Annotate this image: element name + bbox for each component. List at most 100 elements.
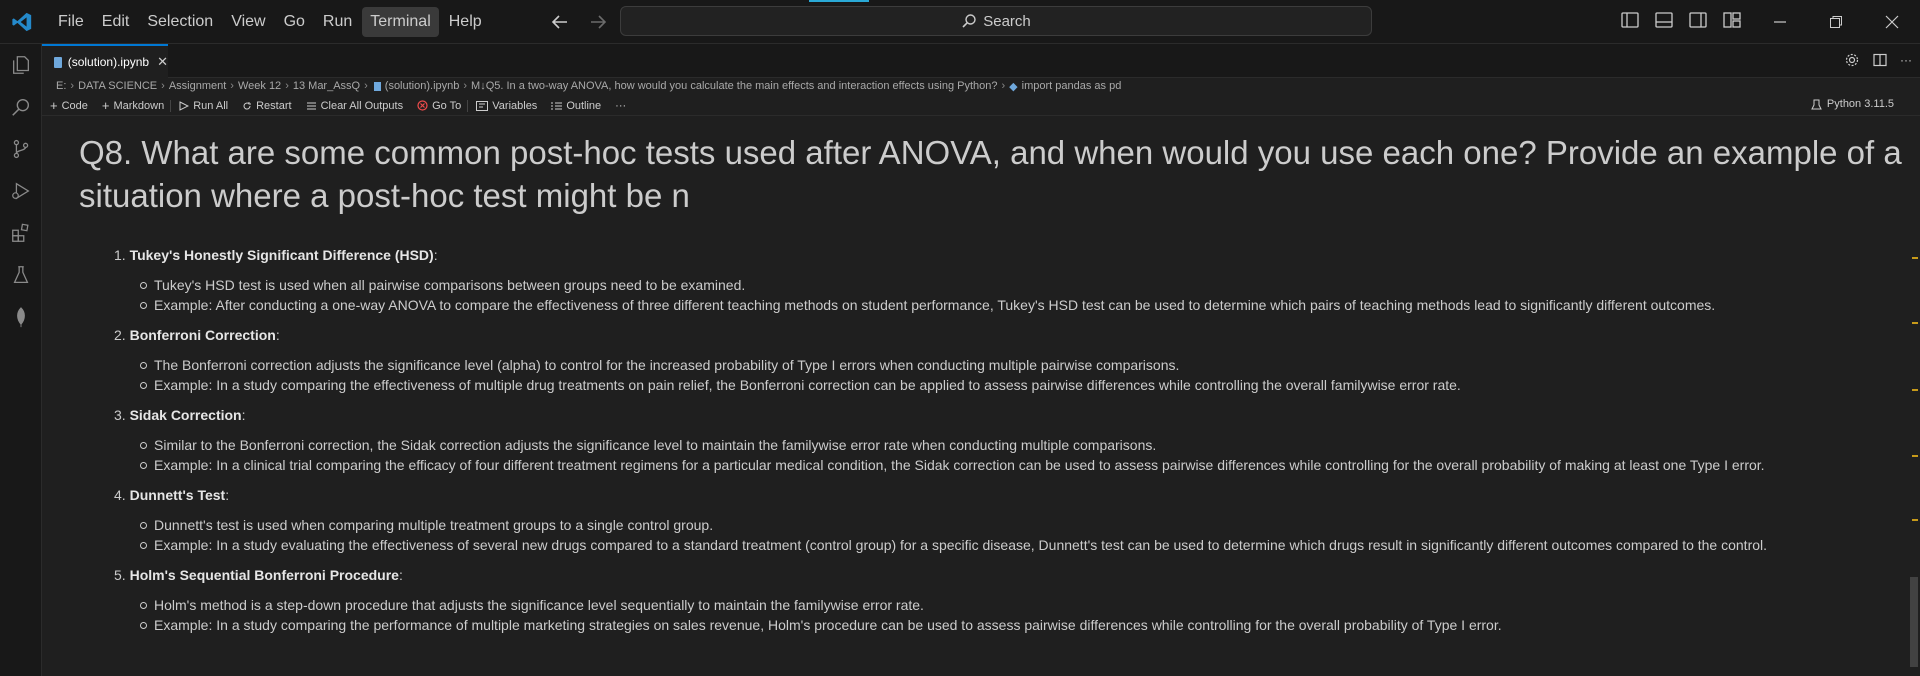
list-item-title: 5. Holm's Sequential Bonferroni Procedur…: [114, 567, 403, 583]
kernel-icon: [1811, 99, 1822, 109]
list-item-title: 3. Sidak Correction:: [114, 407, 246, 423]
list-bullet: Example: In a study comparing the perfor…: [114, 615, 1914, 635]
breadcrumb-item[interactable]: M↓Q5. In a two-way ANOVA, how would you …: [471, 80, 997, 92]
breadcrumb-item[interactable]: 13 Mar_AssQ: [293, 80, 360, 92]
toggle-secondary-sidebar-icon[interactable]: [1688, 10, 1710, 32]
add-markdown-cell-button[interactable]: + Markdown: [102, 98, 164, 113]
toggle-primary-sidebar-icon[interactable]: [1620, 10, 1642, 32]
window-controls: [1752, 0, 1920, 44]
outline-label: Outline: [566, 99, 602, 112]
item-title-bold: Bonferroni Correction: [129, 327, 276, 343]
item-number: 5.: [114, 567, 126, 583]
outline-list-icon: [551, 102, 563, 109]
menu-run[interactable]: Run: [315, 7, 360, 37]
vscode-logo-icon[interactable]: [0, 0, 44, 44]
activity-bar: [0, 44, 42, 676]
list-item: 2. Bonferroni Correction: The Bonferroni…: [114, 325, 1914, 395]
list-item: 4. Dunnett's Test: Dunnett's test is use…: [114, 485, 1914, 555]
split-editor-icon[interactable]: [1872, 52, 1888, 68]
breadcrumb-item[interactable]: DATA SCIENCE: [78, 80, 157, 92]
toolbar-divider: [467, 99, 469, 112]
navigation-arrows: [548, 10, 610, 34]
list-bullet: Similar to the Bonferroni correction, th…: [114, 435, 1914, 455]
breadcrumb-item[interactable]: Assignment: [169, 80, 226, 92]
menu-file[interactable]: File: [50, 7, 92, 37]
back-arrow-icon[interactable]: [548, 10, 572, 34]
add-code-label: Code: [61, 99, 88, 112]
toolbar-divider: [170, 99, 172, 112]
go-to-button[interactable]: Go To: [417, 100, 461, 112]
command-center-search[interactable]: Search: [620, 6, 1372, 36]
vertical-scrollbar[interactable]: [1906, 117, 1920, 676]
notebook-toolbar: + Code + Markdown Run All Restart Clear Al…: [42, 96, 1920, 116]
testing-flask-icon[interactable]: [0, 254, 42, 296]
notebook-content: Q8. What are some common post-hoc tests …: [42, 117, 1920, 676]
breadcrumb-item[interactable]: Week 12: [238, 80, 281, 92]
chevron-right-icon: ›: [230, 80, 234, 92]
scrollbar-thumb[interactable]: [1910, 577, 1918, 667]
kernel-picker[interactable]: Python 3.11.5: [1811, 98, 1894, 110]
explorer-icon[interactable]: [0, 44, 42, 86]
item-number: 4.: [114, 487, 126, 503]
breadcrumb-item[interactable]: (solution).ipynb: [385, 80, 460, 92]
variables-icon: [476, 100, 489, 111]
menu-selection[interactable]: Selection: [139, 7, 221, 37]
variables-button[interactable]: Variables: [476, 100, 537, 112]
customize-layout-icon[interactable]: [1722, 10, 1744, 32]
menu-edit[interactable]: Edit: [94, 7, 138, 37]
menu-go[interactable]: Go: [276, 7, 313, 37]
menu-help[interactable]: Help: [441, 7, 490, 37]
error-circle-icon: [417, 100, 428, 111]
toggle-panel-icon[interactable]: [1654, 10, 1676, 32]
extensions-icon[interactable]: [0, 212, 42, 254]
restore-icon[interactable]: [1808, 0, 1864, 44]
list-bullet: Dunnett's test is used when comparing mu…: [114, 515, 1914, 535]
clear-all-outputs-button[interactable]: Clear All Outputs: [306, 99, 404, 112]
more-toolbar-actions-icon[interactable]: ···: [615, 100, 626, 112]
tab-solution-notebook[interactable]: (solution).ipynb ✕: [42, 44, 168, 78]
item-title-bold: Dunnett's Test: [129, 487, 226, 503]
plus-icon: +: [50, 98, 58, 113]
variables-label: Variables: [492, 99, 538, 112]
item-number: 1.: [114, 247, 126, 263]
forward-arrow-icon[interactable]: [586, 10, 610, 34]
list-bullet: Holm's method is a step-down procedure t…: [114, 595, 1914, 615]
plus-icon: +: [101, 98, 110, 113]
breadcrumb: E: › DATA SCIENCE › Assignment › Week 12 › 1…: [56, 76, 1121, 96]
chevron-right-icon: ›: [1001, 80, 1006, 92]
run-all-button[interactable]: Run All: [179, 100, 228, 112]
item-number: 2.: [114, 327, 126, 343]
markdown-heading: Q8. What are some common post-hoc tests …: [79, 131, 1920, 217]
leaf-extension-icon[interactable]: [0, 296, 42, 338]
search-label: Search: [983, 12, 1031, 30]
chevron-right-icon: ›: [70, 80, 75, 92]
post-hoc-tests-list: 1. Tukey's Honestly Significant Differen…: [114, 245, 1914, 645]
go-to-label: Go To: [432, 99, 462, 112]
chevron-right-icon: ›: [285, 80, 289, 92]
chevron-right-icon: ›: [364, 80, 368, 92]
source-control-icon[interactable]: [0, 128, 42, 170]
close-tab-icon[interactable]: ✕: [157, 54, 168, 70]
menu-terminal[interactable]: Terminal: [362, 6, 439, 37]
breadcrumb-item[interactable]: import pandas as pd: [1022, 80, 1122, 92]
heading-line: situation where a post-hoc test might be…: [79, 177, 690, 214]
accent-indicator: [809, 0, 869, 2]
close-window-icon[interactable]: [1864, 0, 1920, 44]
outline-button[interactable]: Outline: [551, 100, 601, 112]
item-title-bold: Holm's Sequential Bonferroni Procedure: [129, 567, 399, 583]
item-number: 3.: [114, 407, 126, 423]
minimize-icon[interactable]: [1752, 0, 1808, 44]
more-actions-icon[interactable]: ···: [1900, 52, 1912, 68]
restart-kernel-button[interactable]: Restart: [242, 100, 292, 112]
kernel-label: Python 3.11.5: [1826, 98, 1894, 110]
run-debug-icon[interactable]: [0, 170, 42, 212]
editor-actions: ···: [1844, 52, 1912, 68]
list-bullet: Example: After conducting a one-way ANOV…: [114, 295, 1914, 315]
clear-outputs-label: Clear All Outputs: [320, 99, 404, 112]
search-view-icon[interactable]: [0, 86, 42, 128]
breadcrumb-item[interactable]: E:: [56, 80, 66, 92]
menu-view[interactable]: View: [223, 7, 273, 37]
run-all-label: Run All: [193, 99, 229, 112]
settings-gear-icon[interactable]: [1844, 52, 1860, 68]
add-code-cell-button[interactable]: + Code: [50, 98, 88, 113]
